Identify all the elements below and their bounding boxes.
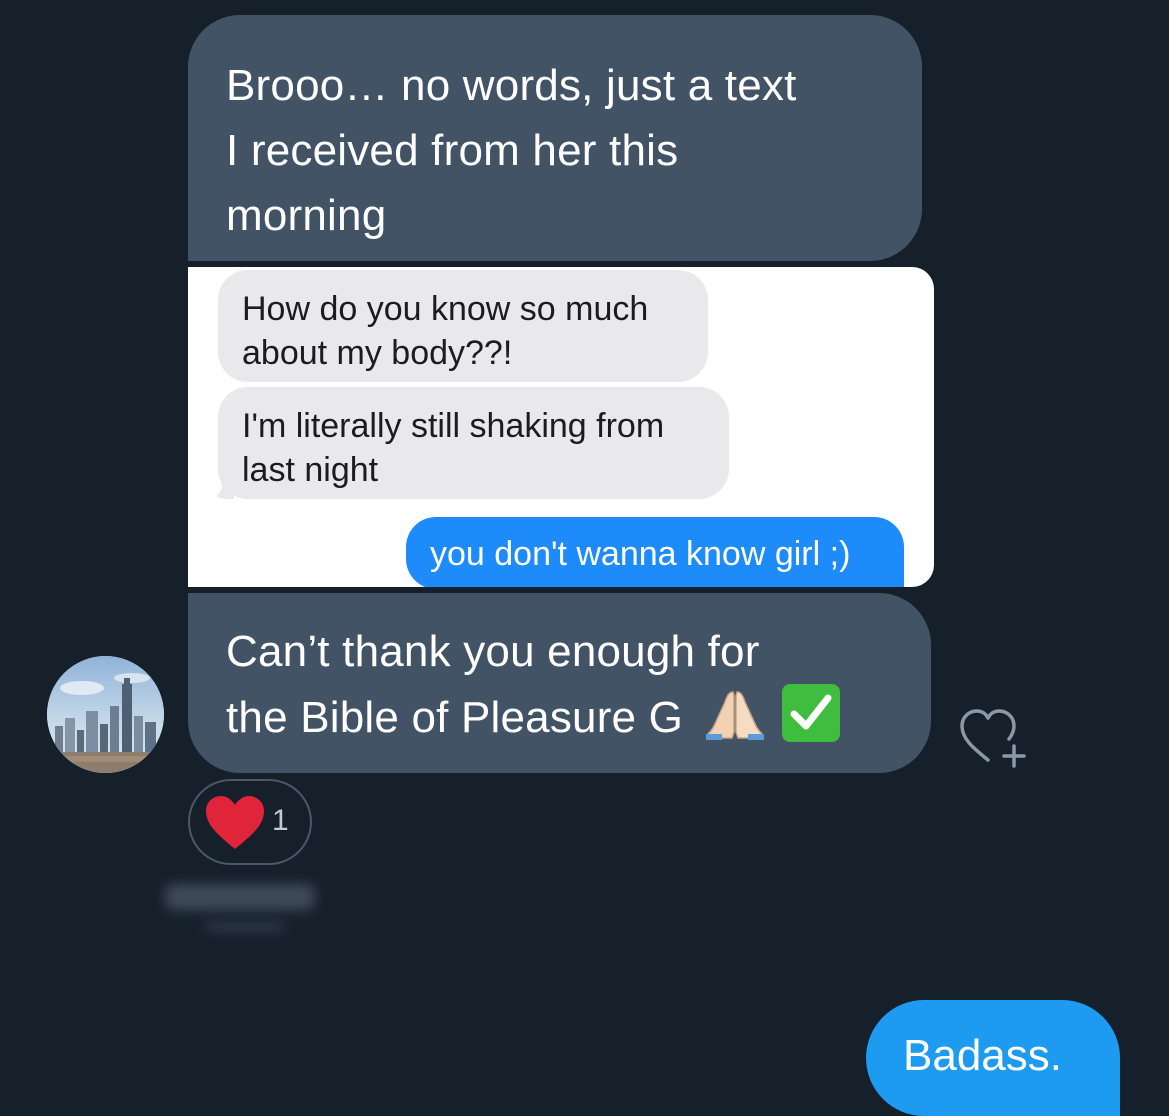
folded-hands-icon [702,688,768,740]
screenshot-text-line: you don't wanna know girl ;) [430,535,851,573]
message-text-line: the Bible of Pleasure G [226,684,901,750]
message-text-line: morning [226,191,387,240]
heart-icon [204,795,266,856]
screenshot-sent-bubble: you don't wanna know girl ;) [406,517,904,587]
message-text-line: Can’t thank you enough for [226,627,760,676]
screenshot-received-bubble: I'm literally still shaking from last ni… [218,387,729,499]
screenshot-text-line: about my body??! [242,334,513,372]
message-text: Badass. [903,1031,1062,1080]
message-text-span: the Bible of Pleasure G [226,693,684,742]
outgoing-message-bubble[interactable]: Badass. [866,1000,1120,1116]
screenshot-text-line: last night [242,451,379,489]
check-mark-button-icon [781,684,840,742]
screenshot-text-line: How do you know so much [242,290,649,328]
avatar[interactable] [47,656,164,773]
incoming-message-bubble[interactable]: Can’t thank you enough for the Bible of … [188,593,931,773]
conversation-view: Brooo… no words, just a text I received … [0,0,1169,1116]
message-text-line: Brooo… no words, just a text [226,61,797,110]
reaction-badge[interactable]: 1 [188,779,312,865]
screenshot-text-line: I'm literally still shaking from [242,407,665,445]
message-text-line: I received from her this [226,126,679,175]
heart-plus-icon[interactable] [958,706,1030,772]
reaction-count: 1 [272,804,289,837]
incoming-message-bubble[interactable]: Brooo… no words, just a text I received … [188,15,922,261]
message-image-attachment[interactable]: How do you know so much about my body??!… [188,267,934,587]
blurred-timestamp [155,872,345,942]
city-skyline-avatar-image [47,656,164,773]
screenshot-received-bubble: How do you know so much about my body??! [218,270,708,382]
